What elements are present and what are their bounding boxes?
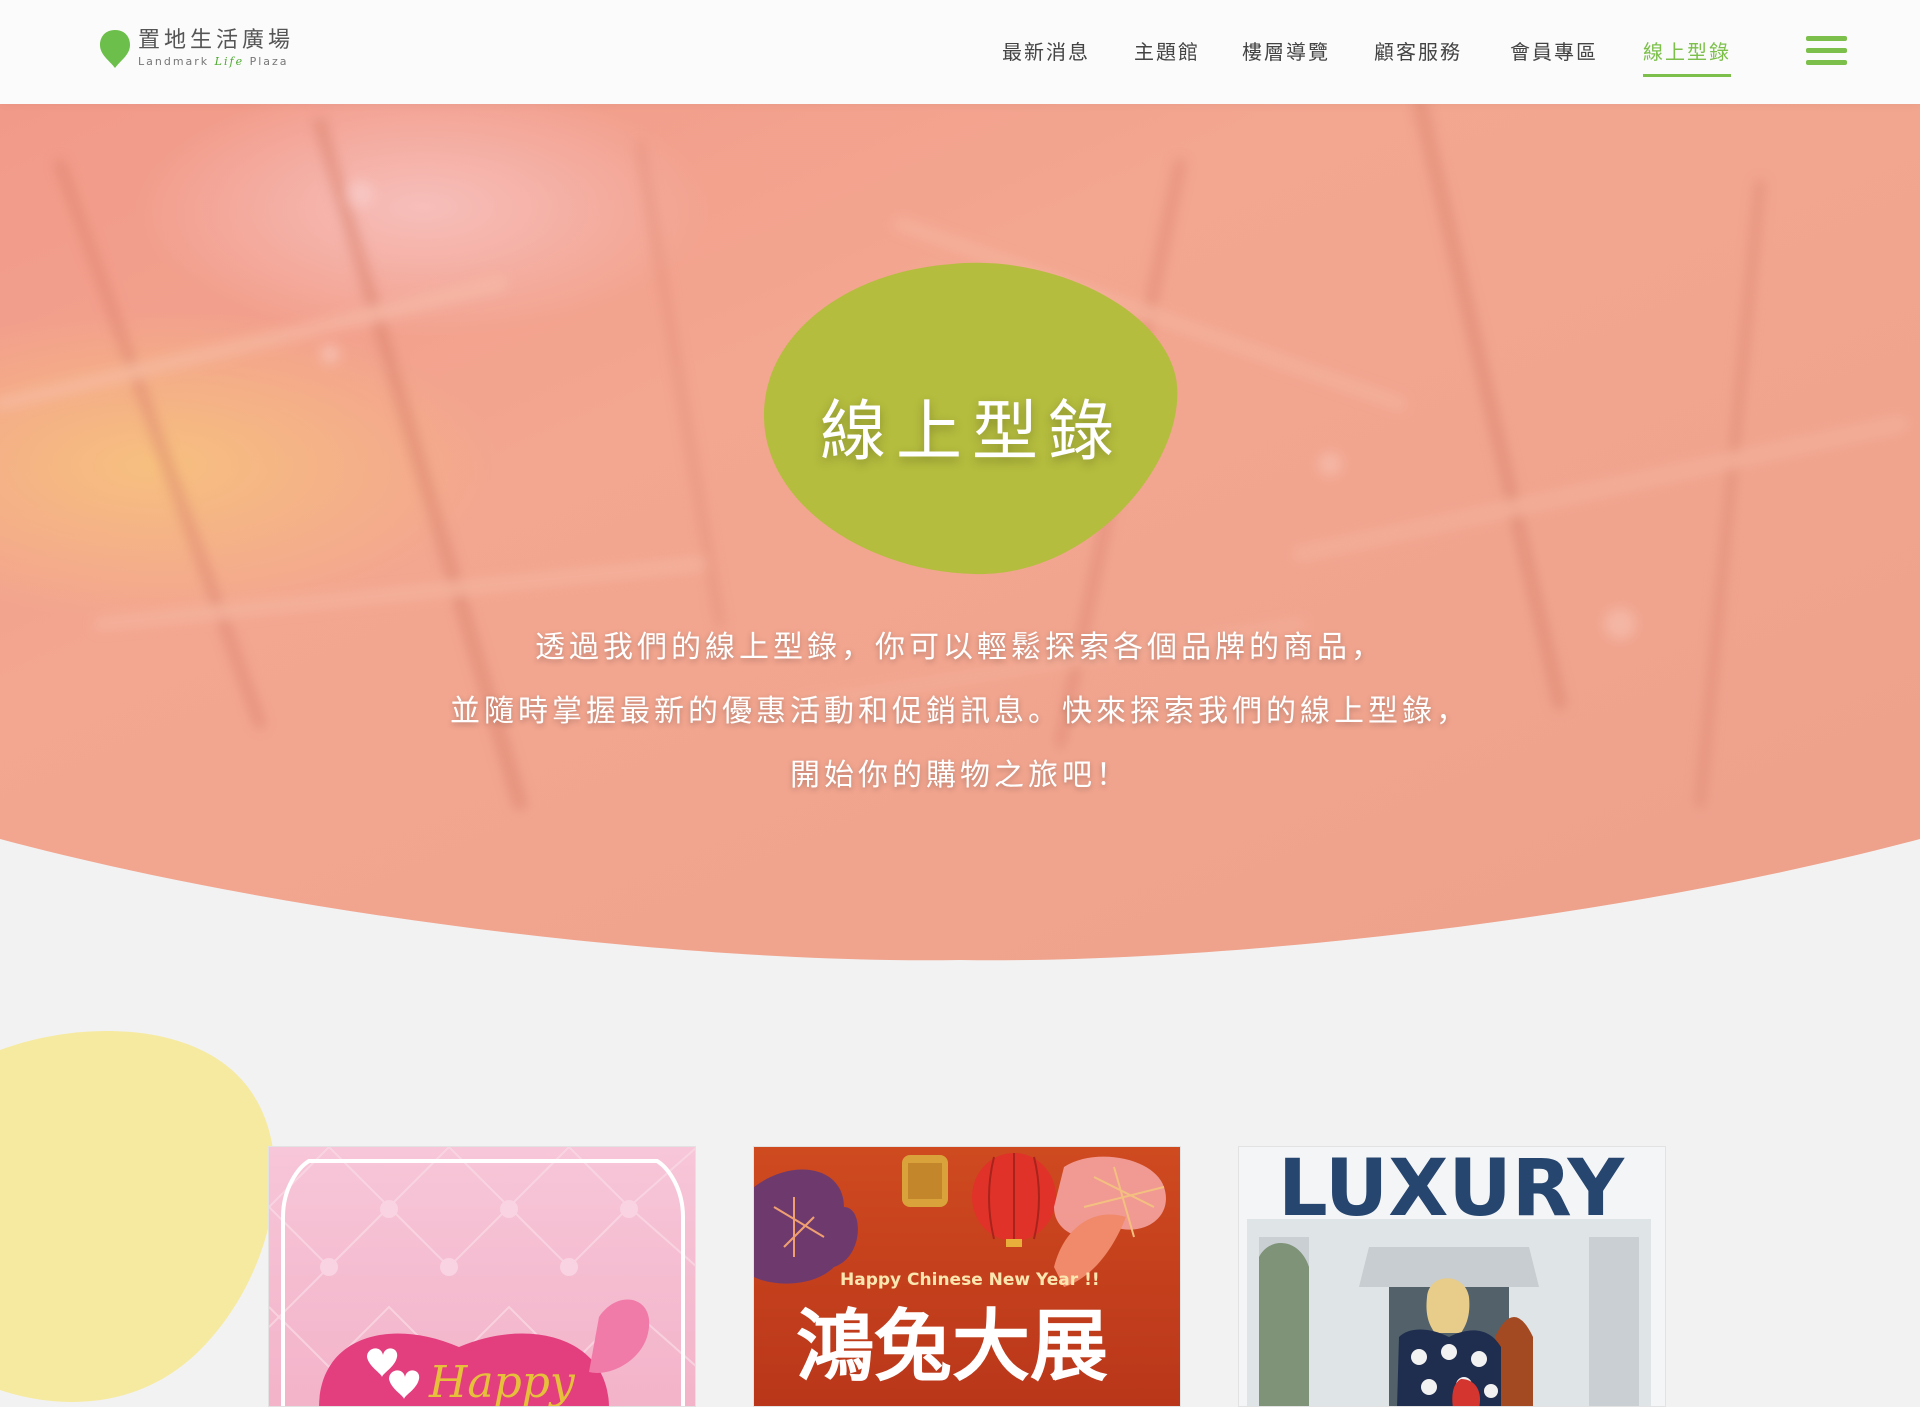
hamburger-icon[interactable] bbox=[1806, 36, 1847, 66]
main-nav: 最新消息 主題館 樓層導覽 顧客服務 會員專區 線上型錄 bbox=[0, 36, 1920, 77]
hamburger-line bbox=[1806, 48, 1847, 53]
catalog-cover-image: Happy bbox=[269, 1147, 695, 1407]
hero-description-line: 透過我們的線上型錄，你可以輕鬆探索各個品牌的商品， bbox=[535, 630, 1385, 665]
hero-title-blob: 線上型錄 bbox=[762, 258, 1182, 578]
nav-item-themes[interactable]: 主題館 bbox=[1134, 36, 1200, 74]
nav-item-news[interactable]: 最新消息 bbox=[1002, 36, 1090, 74]
hamburger-line bbox=[1806, 60, 1847, 65]
catalog-cover-title: 鴻兔大展 bbox=[796, 1302, 1108, 1392]
hamburger-line bbox=[1806, 36, 1847, 41]
nav-item-members[interactable]: 會員專區 bbox=[1510, 36, 1598, 74]
site-header: 置地生活廣場 Landmark Life Plaza 最新消息 主題館 樓層導覽… bbox=[0, 0, 1920, 104]
catalog-cover-title: LUXURY bbox=[1278, 1147, 1626, 1234]
catalog-cover-text: Happy bbox=[428, 1357, 576, 1407]
hero-banner: 線上型錄 透過我們的線上型錄，你可以輕鬆探索各個品牌的商品， 並隨時掌握最新的優… bbox=[0, 104, 1920, 964]
catalog-card-chinese-new-year[interactable]: Happy Chinese New Year !! 鴻兔大展 bbox=[753, 1146, 1181, 1407]
catalog-cover-image: LUXURY bbox=[1239, 1147, 1665, 1406]
decorative-yellow-blob bbox=[0, 1030, 275, 1402]
catalog-card-luxury[interactable]: LUXURY bbox=[1238, 1146, 1666, 1407]
hero-description: 透過我們的線上型錄，你可以輕鬆探索各個品牌的商品， 並隨時掌握最新的優惠活動和促… bbox=[0, 616, 1920, 808]
nav-item-customer-service[interactable]: 顧客服務 bbox=[1374, 36, 1462, 74]
page-title: 線上型錄 bbox=[820, 393, 1124, 470]
hero-description-line: 開始你的購物之旅吧！ bbox=[790, 758, 1130, 793]
nav-item-floor-guide[interactable]: 樓層導覽 bbox=[1242, 36, 1330, 74]
catalog-card-valentine[interactable]: Happy bbox=[268, 1146, 696, 1407]
catalog-cover-subtitle: Happy Chinese New Year !! bbox=[840, 1270, 1100, 1290]
hero-description-line: 並隨時掌握最新的優惠活動和促銷訊息。快來探索我們的線上型錄， bbox=[450, 694, 1470, 729]
nav-item-online-catalog[interactable]: 線上型錄 bbox=[1643, 36, 1731, 77]
catalog-cover-image: Happy Chinese New Year !! 鴻兔大展 bbox=[754, 1147, 1180, 1406]
